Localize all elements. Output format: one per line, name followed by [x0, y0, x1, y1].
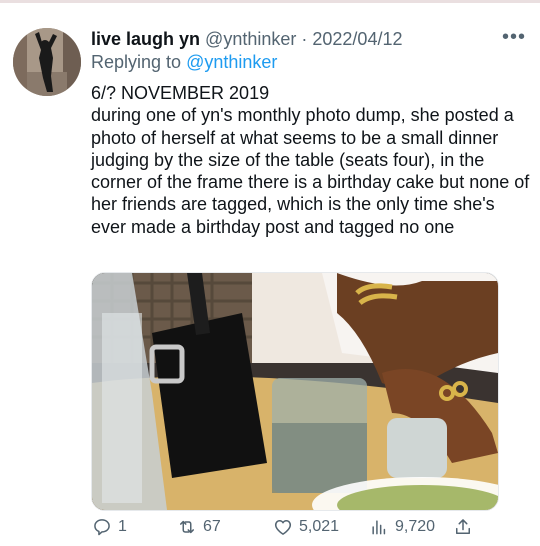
- tweet-actions: 1 67 5,021 9,720: [91, 515, 511, 539]
- retweet-button[interactable]: 67: [177, 515, 221, 539]
- tweet-line-body: during one of yn's monthly photo dump, s…: [91, 105, 530, 237]
- retweet-icon: [180, 520, 194, 534]
- like-count: 5,021: [299, 518, 340, 535]
- avatar-image: [13, 28, 81, 96]
- share-upload-icon: [456, 519, 470, 534]
- like-button[interactable]: 5,021: [273, 515, 339, 539]
- retweet-count: 67: [203, 518, 221, 535]
- more-dots-icon[interactable]: •••: [502, 27, 526, 47]
- avatar[interactable]: [13, 28, 81, 96]
- handle[interactable]: @ynthinker: [205, 29, 296, 49]
- replying-to-link[interactable]: @ynthinker: [186, 52, 277, 72]
- reply-button[interactable]: 1: [92, 515, 127, 539]
- dinner-photo-image: [92, 273, 498, 510]
- views-button[interactable]: 9,720: [369, 515, 435, 539]
- replying-prefix: Replying to: [91, 52, 182, 72]
- share-button[interactable]: [453, 515, 473, 539]
- tweet-photo[interactable]: [91, 272, 499, 511]
- tweet-date[interactable]: 2022/04/12: [312, 29, 402, 49]
- comment-bubble-icon: [94, 519, 110, 536]
- top-divider: [0, 0, 540, 3]
- tweet-text: 6/? NOVEMBER 2019 during one of yn's mon…: [91, 82, 531, 238]
- reply-count: 1: [118, 518, 127, 535]
- display-name[interactable]: live laugh yn: [91, 29, 200, 49]
- heart-icon: [274, 520, 292, 535]
- bar-chart-icon: [372, 520, 386, 535]
- header-separator: ·: [301, 29, 308, 49]
- views-count: 9,720: [395, 518, 436, 535]
- tweet-header: live laugh yn @ynthinker · 2022/04/12: [91, 28, 402, 50]
- tweet-line-heading: 6/? NOVEMBER 2019: [91, 83, 270, 103]
- replying-to: Replying to @ynthinker: [91, 51, 277, 73]
